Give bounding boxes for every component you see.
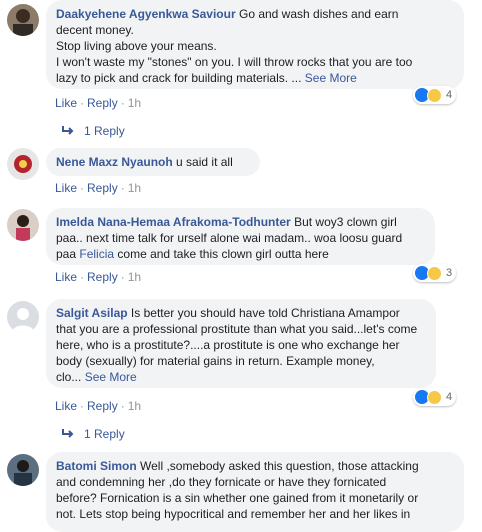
comment-line-1: Batomi Simon Well ,somebody asked this q… [56,458,454,474]
separator: · [120,96,125,110]
avatar-image [7,4,39,36]
avatar[interactable] [7,4,39,36]
like-link[interactable]: Like [55,270,77,284]
reply-link[interactable]: Reply [87,96,118,110]
view-replies-link[interactable]: 1 Reply [62,124,125,138]
comment-text: come and take this clown girl outta here [117,247,329,261]
comment-text: paa [56,247,77,261]
reply-link[interactable]: Reply [87,270,118,284]
comment-actions: Like · Reply · 1h [55,399,141,413]
comment-text: that you are a professional prostitute t… [56,322,418,336]
timestamp[interactable]: 1h [128,270,141,284]
comment-text: Stop living above your means. [56,39,217,53]
comment-bubble: Salgit Asilap Is better you should have … [46,299,436,388]
reaction-count: 4 [446,89,453,101]
mention-link[interactable]: Felicia [79,247,114,261]
comment-actions: Like · Reply · 1h [55,270,141,284]
comment-text: Go and wash dishes and earn [238,7,399,21]
avatar-image [7,148,39,180]
comment-line-1: Daakyehene Agyenkwa Saviour Go and wash … [56,6,454,22]
separator: · [80,181,85,195]
timestamp[interactable]: 1h [128,181,141,195]
comment-author[interactable]: Nene Maxz Nyaunoh [56,155,173,169]
reply-arrow-icon [62,427,74,441]
comment-bubble: Daakyehene Agyenkwa Saviour Go and wash … [46,0,464,89]
comment-author[interactable]: Batomi Simon [56,459,137,473]
replies-count-label[interactable]: 1 Reply [84,427,125,441]
avatar-image [7,454,39,486]
like-link[interactable]: Like [55,181,77,195]
comment-text: before? Fornication is a sin whether one… [56,491,419,505]
comment-line-1: Nene Maxz Nyaunoh u said it all [56,154,250,170]
haha-reaction-icon [427,389,442,405]
separator: · [80,270,85,284]
comment-bubble: Imelda Nana-Hemaa Afrakoma-Todhunter But… [46,208,435,265]
comment-text: here, who is a prostitute?....a prostitu… [56,338,400,352]
comment-line-1: Imelda Nana-Hemaa Afrakoma-Todhunter But… [56,214,425,230]
comment-author[interactable]: Salgit Asilap [56,306,128,320]
reactions-summary[interactable]: 4 [413,86,457,104]
haha-reaction-icon [427,265,442,281]
reply-link[interactable]: Reply [87,399,118,413]
reaction-count: 4 [446,391,453,403]
separator: · [120,399,125,413]
comment-text: decent money. [56,23,134,37]
comment-author[interactable]: Daakyehene Agyenkwa Saviour [56,7,236,21]
separator: · [80,399,85,413]
reply-link[interactable]: Reply [87,181,118,195]
like-link[interactable]: Like [55,399,77,413]
comment-text: body (sexually) for material gains in re… [56,354,375,368]
see-more-link[interactable]: See More [85,370,137,384]
reactions-summary[interactable]: 3 [413,264,457,282]
comment-text: But woy3 clown girl [294,215,397,229]
comment-text: clo... [56,370,82,384]
reply-arrow-icon [62,124,74,138]
comment-actions: Like · Reply · 1h [55,181,141,195]
comment-author[interactable]: Imelda Nana-Hemaa Afrakoma-Todhunter [56,215,291,229]
avatar[interactable] [7,301,39,333]
timestamp[interactable]: 1h [128,399,141,413]
comment-text: not. Lets stop being hypocritical and re… [56,507,411,521]
comment-line-1: Salgit Asilap Is better you should have … [56,305,426,321]
separator: · [120,181,125,195]
comment-actions: Like · Reply · 1h [55,96,141,110]
comment-text: I won't waste my "stones" on you. I will… [56,55,413,69]
reaction-count: 3 [446,267,453,279]
comment-text: u said it all [176,155,233,169]
comment-text-last: lazy to pick and crack for building mate… [56,70,454,86]
comment-text: paa.. next time talk for urself alone wa… [56,231,403,245]
reactions-summary[interactable]: 4 [413,388,457,406]
separator: · [80,96,85,110]
comment-text: Is better you should have told Christian… [130,306,400,320]
comment-line-3: paa Felicia come and take this clown gir… [56,246,425,262]
avatar-image [7,209,39,241]
comment-text-last: clo... See More [56,369,426,385]
like-link[interactable]: Like [55,96,77,110]
comment-text: and condemning her ,do they fornicate or… [56,475,387,489]
see-more-link[interactable]: See More [305,71,357,85]
avatar[interactable] [7,454,39,486]
comment-bubble: Batomi Simon Well ,somebody asked this q… [46,452,464,532]
timestamp[interactable]: 1h [128,96,141,110]
comment-text: Well ,somebody asked this question, thos… [140,459,419,473]
separator: · [120,270,125,284]
view-replies-link[interactable]: 1 Reply [62,427,125,441]
comment-text: lazy to pick and crack for building mate… [56,71,302,85]
comment-bubble: Nene Maxz Nyaunoh u said it all [46,148,260,176]
avatar[interactable] [7,209,39,241]
replies-count-label[interactable]: 1 Reply [84,124,125,138]
avatar[interactable] [7,148,39,180]
default-avatar-icon [7,301,39,333]
haha-reaction-icon [427,87,442,103]
